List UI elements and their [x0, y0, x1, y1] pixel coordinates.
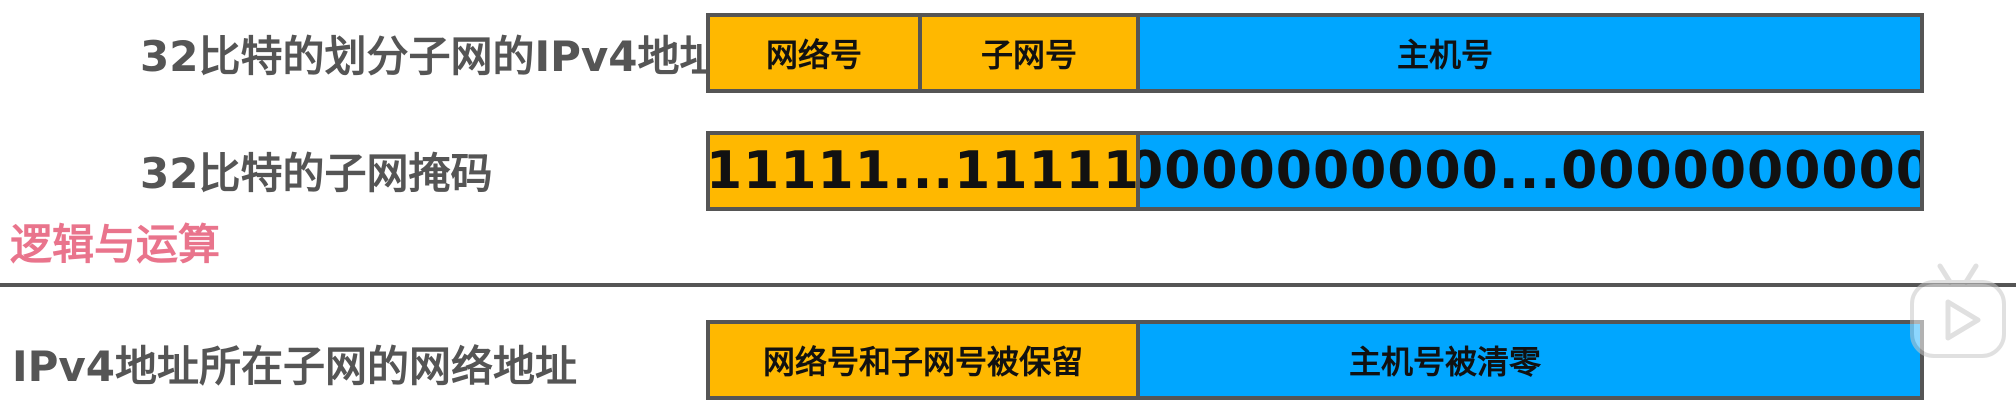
subnet-mask-bar: 11111...11111 0000000000...0000000000: [706, 131, 1924, 211]
mask-zeros-segment: 0000000000...0000000000: [1140, 135, 1920, 207]
host-id-segment: 主机号: [1140, 17, 1920, 89]
network-address-bar: 网络号和子网号被保留 主机号被清零: [706, 320, 1924, 400]
network-address-label: IPv4地址所在子网的网络地址: [12, 342, 578, 391]
logical-and-label: 逻辑与运算: [10, 220, 221, 269]
result-divider: [0, 283, 2016, 287]
play-logo-icon: [1910, 263, 2006, 358]
subnet-id-segment: 子网号: [922, 17, 1136, 89]
ipv4-address-label: 32比特的划分子网的IPv4地址: [140, 32, 722, 81]
retained-segment: 网络号和子网号被保留: [710, 324, 1136, 396]
cleared-segment: 主机号被清零: [1140, 324, 1920, 396]
subnet-mask-label: 32比特的子网掩码: [140, 149, 493, 198]
subnet-mask-diagram: 32比特的划分子网的IPv4地址 网络号 子网号 主机号 32比特的子网掩码 1…: [0, 0, 2016, 420]
mask-ones-segment: 11111...11111: [710, 135, 1136, 207]
ipv4-address-bar: 网络号 子网号 主机号: [706, 13, 1924, 93]
network-id-segment: 网络号: [710, 17, 918, 89]
